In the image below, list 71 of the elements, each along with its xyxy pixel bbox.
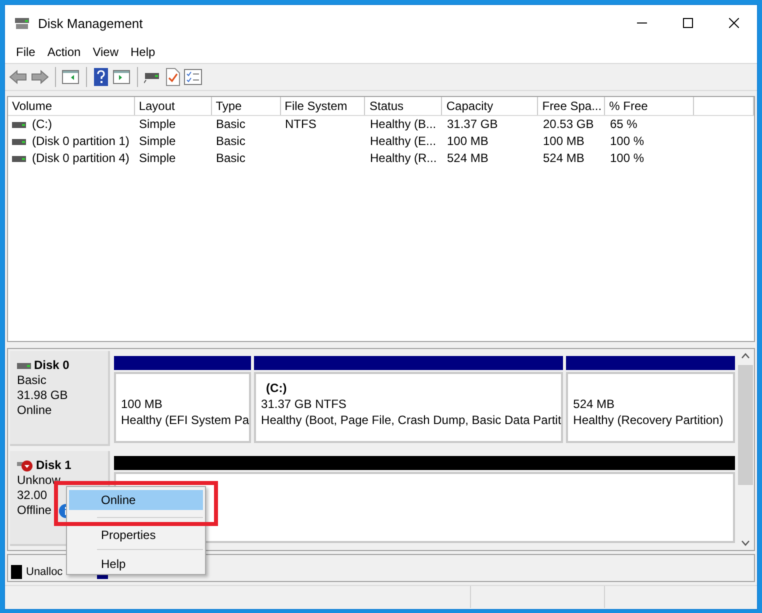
column-header[interactable]: File System [280,97,366,115]
column-header[interactable]: Capacity [442,97,538,115]
disk-detail: Offline [17,503,52,518]
volume-icon [12,120,26,128]
menu-item[interactable]: Help [124,45,162,59]
column-header[interactable]: Type [212,97,281,115]
maximize-icon [683,18,693,28]
window-title: Disk Management [38,16,143,30]
checked-page-icon[interactable] [166,68,180,86]
table-cell: 524 MB [447,151,488,165]
table-cell: (Disk 0 partition 1) [32,133,130,150]
menu-item[interactable]: File [10,45,42,59]
table-cell: 31.37 GB [447,117,498,131]
partition-box[interactable]: (C:) 31.37 GB NTFS Healthy (Boot, Page File, Crash Dump, Basic Data Partit [254,372,564,443]
partition-detail: Healthy (EFI System Pa [121,412,250,428]
disk-name: Disk 1 [36,458,72,473]
table-cell: Basic [216,117,246,131]
table-cell: NTFS [285,117,316,131]
partition-detail: 31.37 GB NTFS [261,396,346,412]
table-cell: Basic [216,134,246,148]
partition-detail: Healthy (Boot, Page File, Crash Dump, Basic Data Partit [261,412,562,428]
column-header[interactable]: Layout [134,97,212,115]
help-icon[interactable] [93,68,109,86]
table-cell: Healthy (B... [370,117,436,131]
column-header[interactable]: % Free [605,97,694,115]
table-cell: 20.53 GB [543,117,594,131]
table-cell: Healthy (R... [370,151,437,165]
partition-detail: Healthy (Recovery Partition) [573,412,724,428]
disk-name: Disk 0 [34,358,70,373]
column-header[interactable]: Free Spa... [538,97,606,115]
close-icon [729,18,739,28]
table-cell: 524 MB [543,151,584,165]
volume-icon [12,154,26,162]
disk-detail: 31.98 GB [17,388,68,403]
partition-title: (C:) [265,380,287,396]
menu-item[interactable]: Action [41,45,87,59]
table-cell: 65 % [610,117,638,131]
table-cell: (Disk 0 partition 4) [32,150,130,167]
checklist-icon[interactable] [184,69,202,85]
disk-icon[interactable] [144,70,162,84]
panel-icon[interactable] [113,69,131,85]
menu-item[interactable]: Help [69,554,203,574]
table-cell: Simple [139,117,176,131]
table-cell: 100 % [610,151,644,165]
forward-icon[interactable] [31,69,49,85]
disk-detail: 32.00 [17,488,48,503]
table-cell: Simple [139,151,176,165]
panel-icon[interactable] [62,69,80,85]
disk-detail: Online [17,403,52,418]
disk-offline-icon [17,460,33,472]
partition-detail: 524 MB [573,396,615,412]
table-cell: Basic [216,151,246,165]
table-cell: 100 % [610,134,644,148]
app-icon [14,16,30,30]
menu-item[interactable]: Online [69,490,203,510]
back-icon[interactable] [9,69,27,85]
table-cell: 100 MB [447,134,488,148]
menu-item[interactable]: View [86,45,124,59]
disk-label-panel[interactable]: Disk 0 Basic 31.98 GB Online [10,351,110,446]
column-header[interactable]: Status [365,97,442,115]
partition-box[interactable]: 100 MB Healthy (EFI System Pa [114,372,252,443]
legend-label: Unalloc [26,566,63,578]
volume-icon [12,138,26,146]
table-cell: Simple [139,134,176,148]
partition-box[interactable]: 524 MB Healthy (Recovery Partition) [566,372,735,443]
table-cell: (C:) [32,116,52,133]
column-header[interactable]: Volume [8,97,135,115]
partition-detail: 100 MB [121,396,162,412]
disk-detail: Basic [17,373,46,388]
table-cell: 100 MB [543,134,584,148]
table-cell: Healthy (E... [370,134,436,148]
